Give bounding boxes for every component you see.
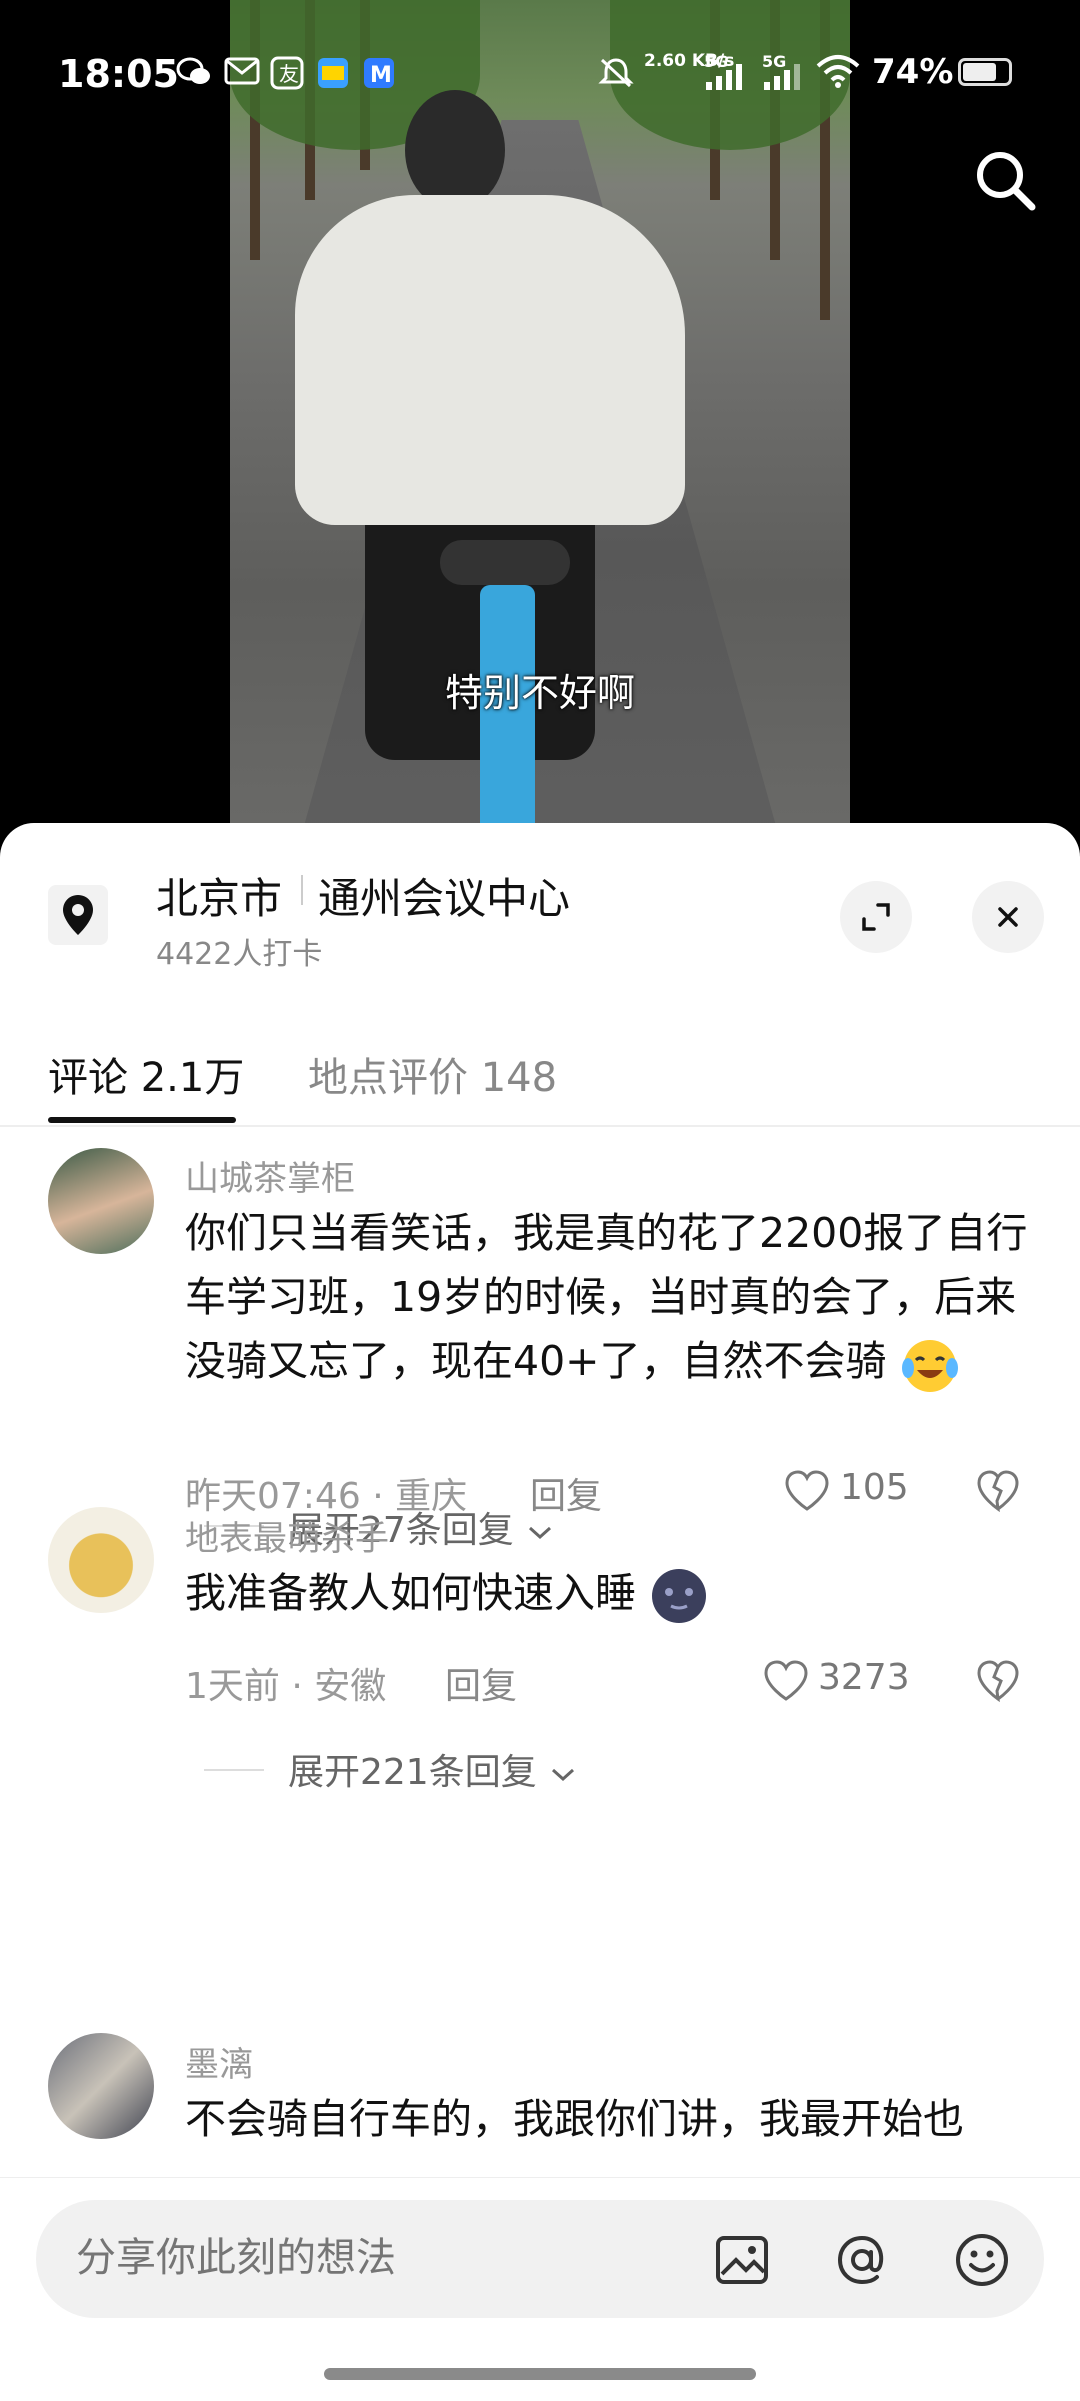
comment-content: 你们只当看笑话，我是真的花了2200报了自行车学习班，19岁的时候，当时真的会了… — [185, 1201, 1045, 1394]
tab-active-indicator — [48, 1117, 236, 1123]
expand-icon — [862, 903, 890, 931]
comment-username[interactable]: 山城茶掌柜 — [185, 1151, 355, 1200]
expand-replies-button[interactable]: 展开221条回复 — [288, 1743, 578, 1795]
battery-icon — [958, 58, 1012, 86]
tab-location-reviews[interactable]: 地点评价 148 — [308, 1045, 557, 1103]
location-pin-icon — [48, 885, 108, 945]
comment-item: 墨漓 不会骑自行车的，我跟你们讲，我最开始也 — [0, 2033, 1080, 2193]
avatar[interactable] — [48, 1148, 154, 1254]
search-icon — [977, 152, 1036, 211]
location-place[interactable]: 通州会议中心 — [318, 865, 570, 926]
avatar[interactable] — [48, 1507, 154, 1613]
comment-text: 我准备教人如何快速入睡 — [185, 1569, 636, 1617]
close-icon — [998, 907, 1018, 927]
svg-text:M: M — [370, 63, 392, 88]
wifi-icon — [816, 54, 860, 95]
location-divider — [301, 875, 303, 905]
comments-sheet: 北京市 通州会议中心 4422人打卡 评论 2.1万 地点评价 148 山城茶掌… — [0, 823, 1080, 2400]
location-city[interactable]: 北京市 — [156, 865, 282, 926]
comment-meta: 1天前 · 安徽 — [185, 1657, 386, 1709]
heart-icon[interactable] — [762, 1659, 810, 1703]
meta-separator: · — [291, 1666, 315, 1707]
comment-username[interactable]: 地表最萌杀手 — [185, 1511, 389, 1560]
mute-icon — [598, 56, 634, 97]
close-button[interactable] — [972, 881, 1044, 953]
search-button[interactable] — [970, 145, 1040, 215]
comment-content: 我准备教人如何快速入睡 — [185, 1561, 1045, 1626]
like-count: 105 — [840, 1467, 909, 1508]
status-bar: 18:05 友 M 2.60 KB/s 5G 5G 74% — [0, 0, 1080, 150]
person-body — [295, 195, 685, 525]
app-icon — [316, 56, 350, 97]
tab-comments[interactable]: 评论 2.1万 — [48, 1045, 244, 1103]
svg-text:友: 友 — [279, 62, 299, 86]
clock: 18:05 — [58, 52, 179, 96]
reply-button[interactable]: 回复 — [445, 1657, 517, 1709]
broken-heart-icon[interactable] — [975, 1659, 1021, 1703]
new-moon-face-emoji-icon — [649, 1566, 709, 1626]
comment-item: 山城茶掌柜 你们只当看笑话，我是真的花了2200报了自行车学习班，19岁的时候，… — [0, 1143, 1080, 1563]
comment-username[interactable]: 墨漓 — [185, 2037, 253, 2086]
signal-bars-icon — [762, 64, 802, 97]
signal-bars-icon — [704, 64, 744, 97]
chevron-down-icon — [552, 1768, 575, 1782]
like-count: 3273 — [818, 1657, 910, 1698]
comment-time: 1天前 — [185, 1666, 280, 1707]
crying-laughing-emoji-icon — [900, 1334, 960, 1394]
battery-percent: 74% — [872, 52, 954, 92]
expand-divider — [204, 1769, 264, 1771]
image-icon[interactable] — [712, 2230, 772, 2290]
comment-region: 安徽 — [314, 1666, 387, 1707]
wechat-icon — [176, 56, 212, 95]
battery-level — [963, 63, 996, 81]
avatar[interactable] — [48, 2033, 154, 2139]
mention-icon[interactable] — [832, 2230, 892, 2290]
app-icon: M — [362, 56, 396, 97]
checkin-count: 4422人打卡 — [156, 937, 323, 972]
video-subtitle: 特别不好啊 — [444, 671, 635, 715]
bike-seat — [440, 540, 570, 585]
expand-button[interactable] — [840, 881, 912, 953]
comment-input[interactable] — [74, 2234, 678, 2282]
comment-content: 不会骑自行车的，我跟你们讲，我最开始也 — [185, 2087, 1045, 2151]
comment-text: 不会骑自行车的，我跟你们讲，我最开始也 — [185, 2095, 964, 2143]
home-indicator[interactable] — [324, 2368, 756, 2380]
mail-icon — [224, 56, 260, 93]
expand-replies-label: 展开221条回复 — [288, 1752, 537, 1793]
emoji-icon[interactable] — [952, 2230, 1012, 2290]
comment-item: 地表最萌杀手 我准备教人如何快速入睡 1天前 · 安徽 回复 3273 展开22… — [0, 1507, 1080, 1797]
comment-input-pill[interactable] — [36, 2200, 1044, 2318]
tab-bar: 评论 2.1万 地点评价 148 — [0, 1033, 1080, 1127]
app-icon: 友 — [270, 56, 304, 97]
